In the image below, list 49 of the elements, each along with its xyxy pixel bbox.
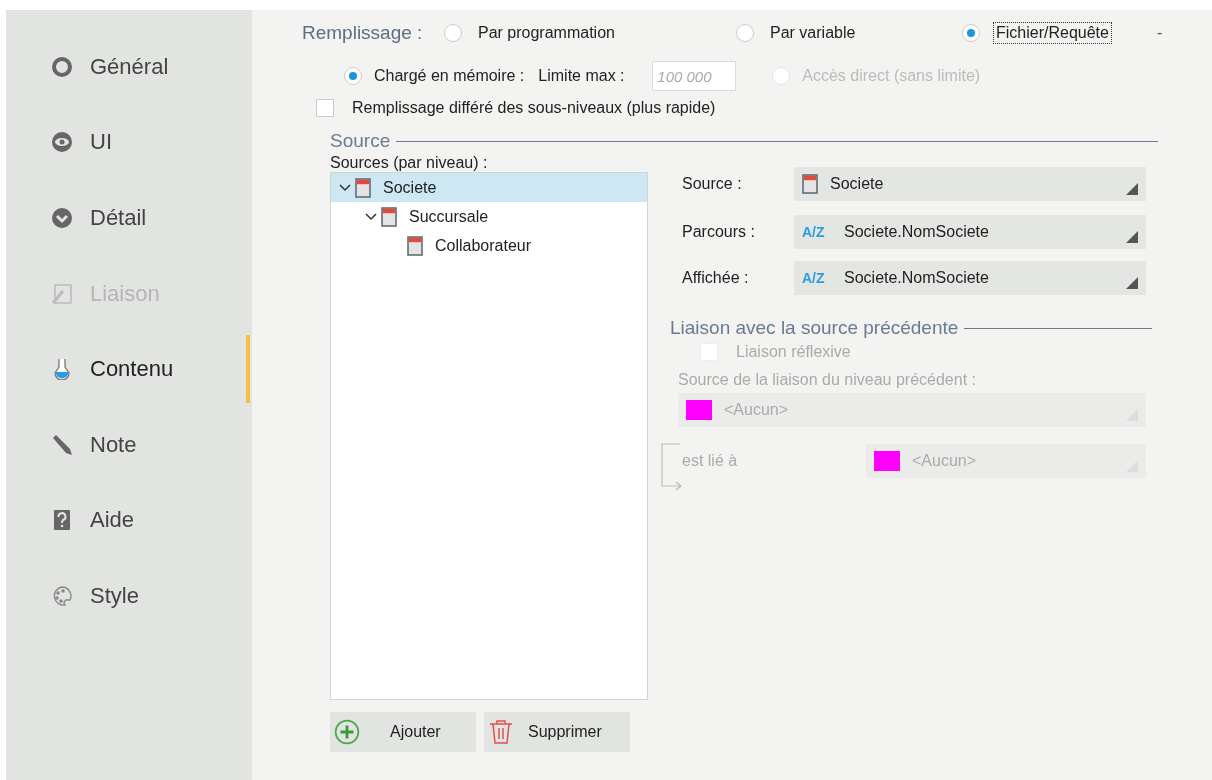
help-icon (51, 509, 73, 532)
table-icon (802, 174, 818, 194)
sidebar-item[interactable]: Général (6, 29, 252, 105)
tree-item[interactable]: Succursale (331, 202, 647, 231)
group-title: Liaison avec la source précédente (670, 317, 959, 339)
dropdown-corner-icon (1126, 231, 1138, 243)
fill-radio[interactable]: Par variable (736, 22, 962, 44)
field-label: est lié à (682, 452, 738, 470)
table-icon (355, 177, 371, 198)
sidebar-item[interactable]: Note (6, 406, 252, 483)
tree-item[interactable]: Collaborateur (331, 231, 647, 260)
property-dropdown[interactable]: A/Z Societe.NomSociete (794, 215, 1146, 249)
sidebar-item[interactable]: Contenu (6, 331, 252, 407)
property-dropdown[interactable]: Societe (794, 167, 1146, 201)
deferred-checkbox[interactable]: Remplissage différé des sous-niveaux (plus rapide) (302, 96, 1212, 120)
flask-icon (51, 358, 73, 381)
property-label: Source : (682, 175, 743, 193)
fill-label: Remplissage : (302, 22, 424, 44)
dropdown-corner-icon (1126, 183, 1138, 195)
connector-arrow (660, 443, 684, 493)
trash-icon (488, 719, 514, 745)
tree-label: Sources (par niveau) : (330, 154, 489, 172)
table-icon (407, 235, 423, 256)
limit-field[interactable]: 100 000 (652, 61, 737, 91)
ring-icon (51, 55, 73, 78)
eye-icon (51, 131, 73, 154)
link-icon (51, 282, 73, 305)
dash-mark: - (1157, 24, 1164, 42)
field-label: Source de la liaison du niveau précédent : (678, 371, 977, 389)
plus-icon (334, 719, 360, 745)
sidebar-item[interactable]: UI (6, 104, 252, 181)
sidebar-item[interactable]: Style (6, 558, 252, 634)
tree-item[interactable]: Societe (331, 173, 647, 202)
delete-button[interactable]: Supprimer (484, 712, 630, 752)
property-dropdown[interactable]: A/Z Societe.NomSociete (794, 261, 1146, 295)
add-button[interactable]: Ajouter (330, 712, 476, 752)
property-label: Parcours : (682, 223, 756, 241)
table-icon (381, 206, 397, 227)
dropdown-corner-icon (1126, 277, 1138, 289)
limit-label: Limite max : (538, 67, 626, 85)
palette-icon (51, 584, 73, 607)
property-label: Affichée : (682, 269, 750, 287)
pencil-icon (51, 433, 73, 456)
load-mode-radio[interactable]: Chargé en mémoire : (344, 67, 525, 85)
sidebar-item[interactable]: Aide (6, 482, 252, 559)
group-title: Source (330, 130, 391, 152)
fill-radio[interactable]: Par programmation (444, 22, 736, 44)
sidebar-item[interactable]: Détail (6, 180, 252, 256)
chevron-circle-icon (51, 207, 73, 229)
